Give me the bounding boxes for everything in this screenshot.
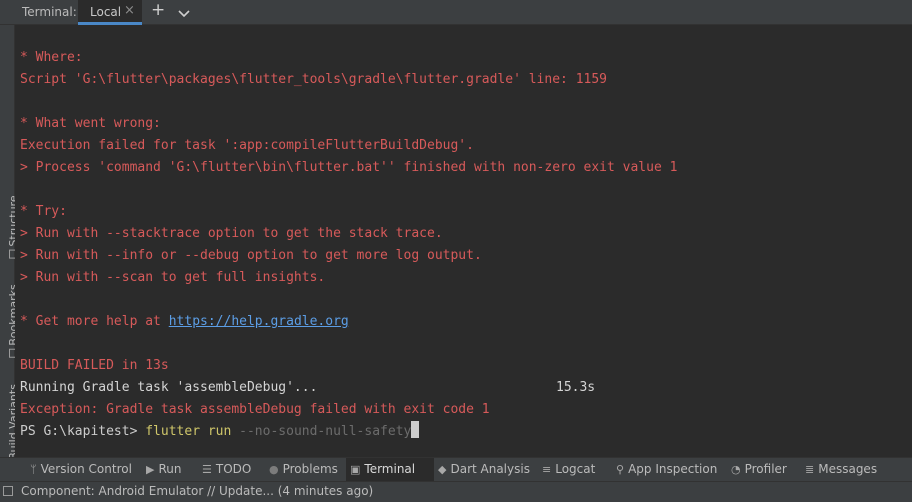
help-prefix: * Get more help at: [20, 314, 169, 329]
tool-label: App Inspection: [628, 462, 718, 476]
tool-label: Run: [158, 462, 182, 476]
tab-local[interactable]: Local ×: [78, 0, 142, 25]
tool-dart-analysis[interactable]: ◆ Dart Analysis: [434, 458, 534, 481]
task-time: 15.3s: [556, 380, 596, 395]
dart-analysis-icon: ◆: [438, 463, 447, 476]
tool-label: Profiler: [744, 462, 787, 476]
terminal-line: Exception: Gradle task assembleDebug fai…: [20, 402, 490, 417]
terminal-line: > Process 'command 'G:\flutter\bin\flutt…: [20, 160, 678, 175]
text-cursor: [411, 421, 420, 438]
prompt-line[interactable]: PS G:\kapitest> flutter run --no-sound-n…: [20, 421, 420, 443]
chevron-down-icon[interactable]: [178, 4, 190, 23]
profiler-icon: ◔: [731, 463, 741, 476]
app-inspection-icon: ⚲: [616, 463, 625, 476]
left-tool-strip: Structure Bookmarks Build Variants: [0, 25, 20, 472]
prompt: PS G:\kapitest>: [20, 424, 146, 439]
tool-label: Messages: [818, 462, 878, 476]
terminal-line: > Run with --info or --debug option to g…: [20, 248, 482, 263]
terminal-line: * Try:: [20, 204, 67, 219]
tool-label: TODO: [215, 462, 252, 476]
terminal-line: Execution failed for task ':app:compileF…: [20, 138, 474, 153]
terminal-line: Script 'G:\flutter\packages\flutter_tool…: [20, 72, 607, 87]
tool-label: Version Control: [40, 462, 132, 476]
terminal-header: Terminal: Local × +: [0, 0, 912, 25]
terminal-line: BUILD FAILED in 13s: [20, 358, 169, 373]
command-hint: --no-sound-null-safety: [231, 424, 412, 439]
tool-todo[interactable]: ☰ TODO: [198, 458, 255, 481]
terminal-line: Running Gradle task 'assembleDebug'...: [20, 380, 318, 395]
help-link[interactable]: https://help.gradle.org: [169, 314, 349, 329]
tool-run[interactable]: ▶ Run: [142, 458, 185, 481]
tool-label: Problems: [282, 462, 338, 476]
tool-label: Dart Analysis: [450, 462, 530, 476]
version-control-icon: ᛘ: [30, 463, 37, 476]
layout-toggle-icon[interactable]: [3, 486, 13, 496]
status-bar: Component: Android Emulator // Update...…: [0, 481, 912, 502]
tool-label: Logcat: [555, 462, 596, 476]
terminal-line: * Where:: [20, 50, 83, 65]
tab-local-label: Local: [90, 5, 122, 19]
tool-version-control[interactable]: ᛘ Version Control: [26, 458, 136, 481]
help-line: * Get more help at https://help.gradle.o…: [20, 311, 349, 333]
tool-problems[interactable]: ● Problems: [265, 458, 342, 481]
terminal-output[interactable]: * Where: Script 'G:\flutter\packages\flu…: [15, 26, 912, 457]
plus-icon[interactable]: +: [151, 0, 165, 20]
tool-label: Terminal: [364, 462, 416, 476]
terminal-line: > Run with --stacktrace option to get th…: [20, 226, 443, 241]
run-icon: ▶: [146, 463, 155, 476]
terminal-title: Terminal:: [22, 5, 77, 19]
status-text[interactable]: Component: Android Emulator // Update...…: [21, 484, 373, 498]
terminal-icon: ▣: [350, 463, 361, 476]
messages-icon: ≣: [805, 463, 815, 476]
tool-messages[interactable]: ≣ Messages: [801, 458, 881, 481]
terminal-line: > Run with --scan to get full insights.: [20, 270, 326, 285]
todo-icon: ☰: [202, 463, 212, 476]
command-text: flutter run: [145, 424, 232, 439]
tool-profiler[interactable]: ◔ Profiler: [727, 458, 791, 481]
problems-icon: ●: [269, 463, 279, 476]
tool-logcat[interactable]: ≡ Logcat: [538, 458, 599, 481]
tool-app-inspection[interactable]: ⚲ App Inspection: [612, 458, 721, 481]
tool-window-bar: ᛘ Version Control ▶ Run ☰ TODO ● Problems ▣ T…: [0, 457, 912, 481]
terminal-line: * What went wrong:: [20, 116, 161, 131]
logcat-icon: ≡: [542, 463, 552, 476]
tool-terminal[interactable]: ▣ Terminal: [346, 458, 434, 481]
close-icon[interactable]: ×: [124, 3, 135, 18]
